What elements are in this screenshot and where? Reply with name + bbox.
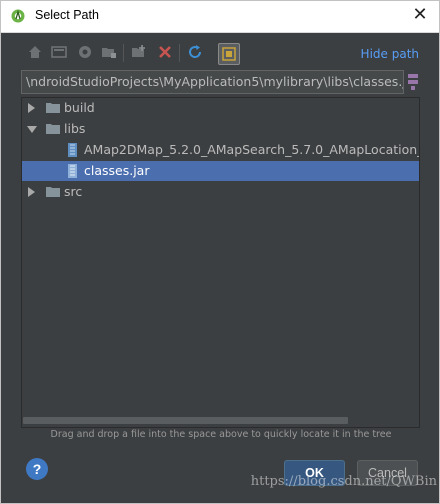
folder-icon bbox=[46, 103, 60, 113]
file-tree[interactable]: build libs AMap2DMap_5.2.0_AMapSearch_5.… bbox=[21, 97, 420, 428]
show-hidden-icon[interactable] bbox=[218, 43, 240, 65]
close-button[interactable]: ✕ bbox=[411, 6, 429, 24]
title-bar: Select Path ✕ bbox=[1, 1, 439, 33]
select-path-dialog: Select Path ✕ Hide path \ndroidStudioPro… bbox=[0, 0, 440, 504]
path-input[interactable]: \ndroidStudioProjects\MyApplication5\myl… bbox=[21, 70, 404, 94]
folder-icon bbox=[46, 124, 60, 134]
toolbar-separator bbox=[179, 44, 180, 62]
help-button[interactable]: ? bbox=[26, 458, 48, 480]
path-history-icon[interactable] bbox=[406, 72, 420, 92]
dialog-title: Select Path bbox=[35, 8, 99, 22]
horizontal-scrollbar[interactable] bbox=[23, 417, 348, 424]
toolbar-separator bbox=[123, 44, 124, 62]
tree-row-libs[interactable]: libs bbox=[22, 119, 419, 139]
watermark: https://blog.csdn.net/QWBin bbox=[250, 474, 437, 489]
hide-path-link[interactable]: Hide path bbox=[361, 47, 419, 61]
tree-node-label: libs bbox=[64, 121, 86, 136]
tree-node-label: AMap2DMap_5.2.0_AMapSearch_5.7.0_AMapLoc… bbox=[84, 142, 420, 157]
refresh-icon[interactable] bbox=[187, 44, 205, 62]
jar-file-icon bbox=[68, 143, 77, 157]
folder-icon bbox=[46, 187, 60, 197]
expand-arrow-icon[interactable] bbox=[28, 187, 35, 197]
new-folder-icon[interactable] bbox=[131, 44, 149, 62]
collapse-arrow-icon[interactable] bbox=[27, 126, 37, 133]
tree-row-classes-jar[interactable]: classes.jar bbox=[22, 161, 419, 181]
jar-file-icon bbox=[68, 164, 77, 178]
android-studio-icon bbox=[11, 9, 25, 23]
desktop-icon[interactable] bbox=[51, 44, 69, 62]
delete-icon[interactable] bbox=[157, 44, 175, 62]
tree-row-build[interactable]: build bbox=[22, 98, 419, 118]
home-icon[interactable] bbox=[27, 44, 45, 62]
tree-node-label: src bbox=[64, 184, 83, 199]
tree-node-label: build bbox=[64, 100, 95, 115]
tree-row-amap-jar[interactable]: AMap2DMap_5.2.0_AMapSearch_5.7.0_AMapLoc… bbox=[22, 140, 419, 160]
android-icon[interactable] bbox=[77, 44, 95, 62]
tree-row-src[interactable]: src bbox=[22, 182, 419, 202]
expand-arrow-icon[interactable] bbox=[28, 103, 35, 113]
drag-drop-hint: Drag and drop a file into the space abov… bbox=[50, 429, 392, 440]
module-icon[interactable] bbox=[101, 44, 119, 62]
tree-node-label: classes.jar bbox=[84, 163, 150, 178]
